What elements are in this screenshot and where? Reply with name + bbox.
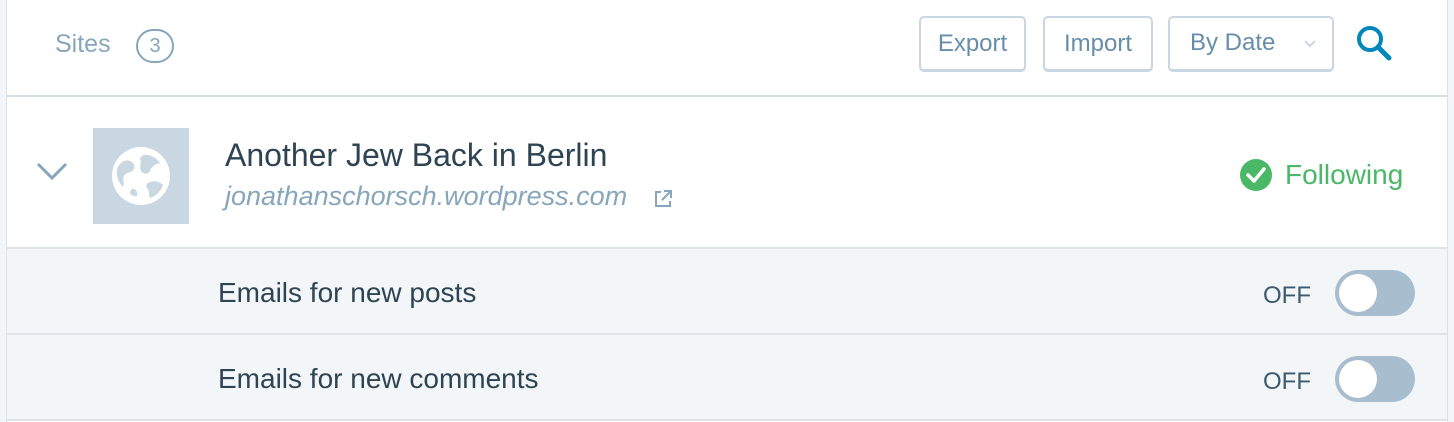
toggle-knob xyxy=(1339,360,1377,398)
sort-dropdown[interactable]: By Date xyxy=(1168,16,1334,72)
site-title: Another Jew Back in Berlin xyxy=(225,137,608,173)
setting-label: Emails for new posts xyxy=(218,277,477,308)
toggle-state-label: OFF xyxy=(1263,368,1311,395)
toggle-state-label: OFF xyxy=(1263,282,1311,309)
external-link-icon[interactable] xyxy=(653,189,673,209)
site-url-link[interactable]: jonathanschorsch.wordpress.com xyxy=(225,181,627,212)
following-label: Following xyxy=(1285,159,1404,190)
site-subscription-card: Sites 3 Export Import By Date Another Je… xyxy=(6,0,1448,422)
setting-row-new-posts: Emails for new posts OFF xyxy=(7,249,1447,335)
site-row: Another Jew Back in Berlin jonathanschor… xyxy=(7,97,1447,249)
sites-header: Sites 3 Export Import By Date xyxy=(7,0,1447,97)
checkmark-circle-icon xyxy=(1240,159,1272,191)
chevron-down-icon xyxy=(1304,40,1316,48)
new-comments-email-toggle[interactable] xyxy=(1335,356,1415,402)
globe-icon xyxy=(112,147,170,205)
sites-label: Sites xyxy=(55,30,111,58)
import-button[interactable]: Import xyxy=(1043,16,1153,72)
setting-label: Emails for new comments xyxy=(218,363,539,394)
new-posts-email-toggle[interactable] xyxy=(1335,270,1415,316)
toggle-knob xyxy=(1339,274,1377,312)
sort-dropdown-label: By Date xyxy=(1190,29,1276,56)
setting-row-new-comments: Emails for new comments OFF xyxy=(7,335,1447,421)
export-button[interactable]: Export xyxy=(919,16,1026,72)
sites-count-badge: 3 xyxy=(136,29,174,63)
search-icon[interactable] xyxy=(1353,22,1395,64)
site-globe-icon xyxy=(93,128,189,224)
chevron-down-icon[interactable] xyxy=(35,159,69,183)
